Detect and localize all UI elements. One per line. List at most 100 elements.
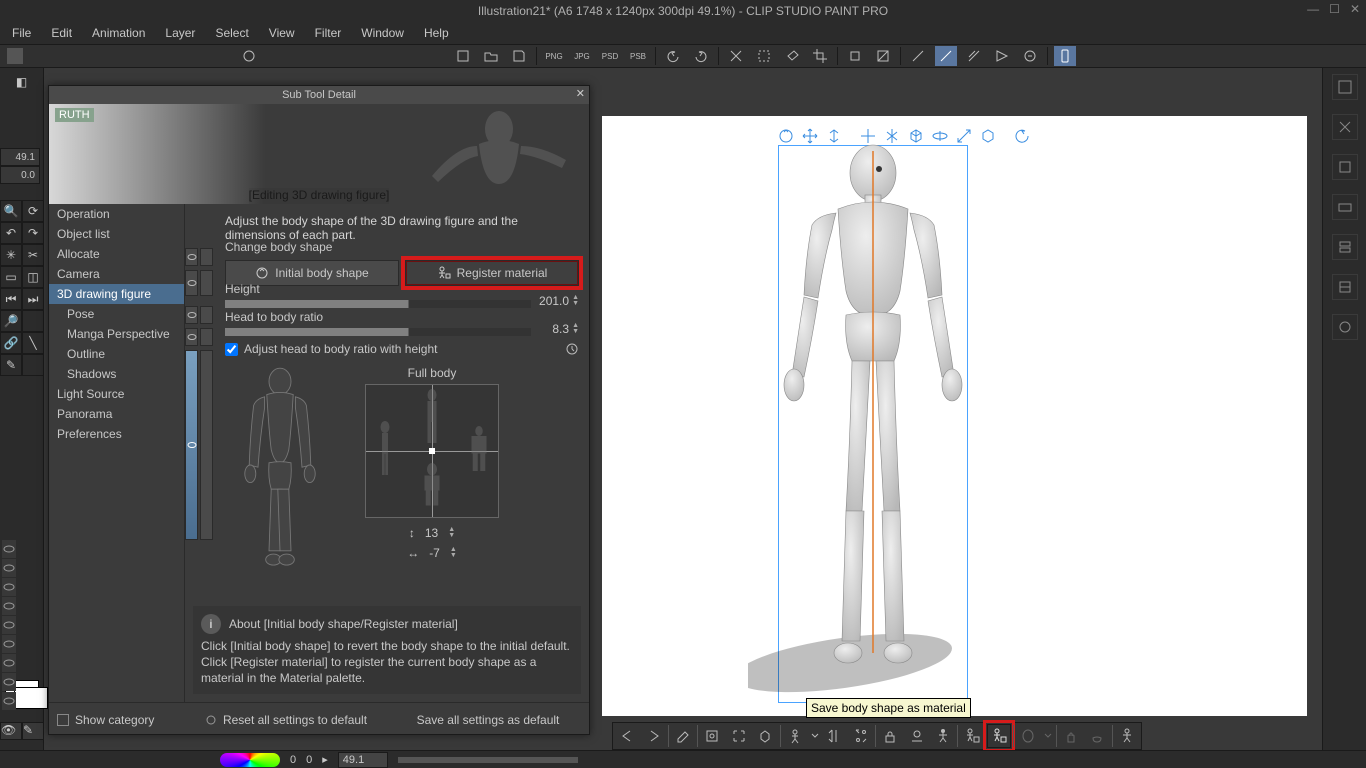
cat-object-list[interactable]: Object list (49, 224, 184, 244)
height-value[interactable]: 201.0 (539, 294, 569, 308)
menu-help[interactable]: Help (424, 26, 449, 40)
tool-effect-icon[interactable]: ✳ (0, 244, 22, 266)
camera-rotate-icon[interactable] (776, 126, 796, 146)
ground-snap-icon[interactable] (904, 724, 928, 748)
tool-skip-icon[interactable]: ⏮ (0, 288, 22, 310)
obj-undo-icon[interactable] (1012, 126, 1032, 146)
assist-icon[interactable] (1019, 46, 1041, 66)
menu-animation[interactable]: Animation (92, 26, 145, 40)
tool-rect-icon[interactable]: ▭ (0, 266, 22, 288)
obj-rotate3d-icon[interactable] (882, 126, 902, 146)
reset-pose-icon[interactable] (849, 724, 873, 748)
status-zoom[interactable]: 49.1 (338, 752, 388, 768)
color-panel-eye-icon[interactable]: 👁 (0, 722, 22, 740)
save-icon[interactable] (508, 46, 530, 66)
detail-toggle-icon[interactable] (200, 328, 213, 346)
menu-file[interactable]: File (12, 26, 31, 40)
snap-ruler-icon[interactable] (935, 46, 957, 66)
layer-eye-4-icon[interactable] (2, 597, 16, 615)
tonal-icon[interactable] (872, 46, 894, 66)
height-slider[interactable] (225, 300, 531, 308)
show-category-checkbox[interactable] (57, 714, 69, 726)
register-pose-icon[interactable] (960, 724, 984, 748)
tool-redo-small-icon[interactable]: ↷ (22, 222, 44, 244)
figure-3d[interactable] (748, 143, 998, 723)
close-icon[interactable]: ✕ (1350, 2, 1360, 16)
fit-icon[interactable] (727, 724, 751, 748)
fill-icon[interactable] (781, 46, 803, 66)
cat-manga[interactable]: Manga Perspective (49, 324, 184, 344)
brush-size-icon[interactable] (238, 46, 260, 66)
detail-toggle-icon[interactable] (200, 248, 213, 266)
tool-skipfwd-icon[interactable]: ⏭ (22, 288, 44, 310)
obj-ground-icon[interactable] (978, 126, 998, 146)
tool-undo-small-icon[interactable]: ↶ (0, 222, 22, 244)
cat-shadows[interactable]: Shadows (49, 364, 184, 384)
special-ruler-icon[interactable] (963, 46, 985, 66)
layer-eye-2-icon[interactable] (2, 559, 16, 577)
export-jpg-icon[interactable]: JPG (571, 46, 593, 66)
layer-eye-6-icon[interactable] (2, 635, 16, 653)
transform-icon[interactable] (844, 46, 866, 66)
detail-toggle-icon[interactable] (200, 270, 213, 296)
menu-view[interactable]: View (269, 26, 295, 40)
cat-operation[interactable]: Operation (49, 204, 184, 224)
right-palette-1-icon[interactable] (1332, 74, 1358, 100)
angle-readout[interactable]: 0.0 (0, 166, 40, 184)
cat-allocate[interactable]: Allocate (49, 244, 184, 264)
reset-all-button[interactable]: Reset all settings to default (185, 703, 387, 736)
hand-list-icon[interactable] (1059, 724, 1083, 748)
tool-zoom-icon[interactable]: 🔍 (0, 200, 22, 222)
menu-filter[interactable]: Filter (315, 26, 342, 40)
layer-eye-9-icon[interactable] (2, 692, 16, 710)
detail-toggle-icon[interactable] (200, 350, 213, 540)
layer-eye-3-icon[interactable] (2, 578, 16, 596)
color-wheel-icon[interactable] (220, 753, 280, 767)
spinner-icon[interactable]: ▲▼ (450, 547, 457, 559)
save-all-button[interactable]: Save all settings as default (387, 703, 589, 736)
tool-marquee-icon[interactable]: ◫ (22, 266, 44, 288)
tool-line-icon[interactable]: ╲ (22, 332, 44, 354)
adjust-ratio-checkbox[interactable] (225, 343, 238, 356)
redo-icon[interactable] (690, 46, 712, 66)
register-material-button[interactable]: Register material (405, 260, 579, 286)
edit-icon[interactable] (671, 724, 695, 748)
tool-find-icon[interactable]: 🔎 (0, 310, 22, 332)
lock-icon[interactable] (878, 724, 902, 748)
body-list-icon[interactable] (1016, 724, 1040, 748)
eye-toggle-icon[interactable] (185, 248, 198, 266)
export-png-icon[interactable]: PNG (543, 46, 565, 66)
spinner-icon[interactable]: ▲▼ (572, 295, 579, 307)
layer-eye-8-icon[interactable] (2, 673, 16, 691)
menu-window[interactable]: Window (361, 26, 404, 40)
right-palette-2-icon[interactable] (1332, 114, 1358, 140)
right-palette-6-icon[interactable] (1332, 274, 1358, 300)
cat-camera[interactable]: Camera (49, 264, 184, 284)
foot-list-icon[interactable] (1085, 724, 1109, 748)
close-icon[interactable]: ✕ (576, 87, 585, 100)
right-palette-7-icon[interactable] (1332, 314, 1358, 340)
obj-scale-icon[interactable] (954, 126, 974, 146)
minimize-icon[interactable]: — (1307, 2, 1319, 16)
clock-icon[interactable] (565, 342, 579, 356)
crop-icon[interactable] (809, 46, 831, 66)
clear-outside-icon[interactable] (753, 46, 775, 66)
body-quad-picker[interactable] (365, 384, 499, 518)
zoom-readout[interactable]: 49.1 (0, 148, 40, 166)
grid-icon[interactable] (991, 46, 1013, 66)
detail-toggle-icon[interactable] (200, 306, 213, 324)
eye-toggle-icon[interactable] (185, 328, 198, 346)
pose-list-icon[interactable] (782, 724, 806, 748)
ratio-value[interactable]: 8.3 (552, 322, 569, 336)
studio-icon[interactable] (4, 46, 26, 66)
eye-toggle-icon[interactable] (185, 350, 198, 540)
ruler-icon[interactable] (907, 46, 929, 66)
layer-eye-7-icon[interactable] (2, 654, 16, 672)
quad-val-2[interactable]: -7 (429, 546, 440, 560)
updown-arrows-icon[interactable]: ↕ (409, 526, 415, 540)
cat-outline[interactable]: Outline (49, 344, 184, 364)
spinner-icon[interactable]: ▲▼ (448, 527, 455, 539)
save-body-shape-button[interactable] (987, 724, 1011, 748)
menu-edit[interactable]: Edit (51, 26, 72, 40)
tool-cut-icon[interactable]: ✂ (22, 244, 44, 266)
